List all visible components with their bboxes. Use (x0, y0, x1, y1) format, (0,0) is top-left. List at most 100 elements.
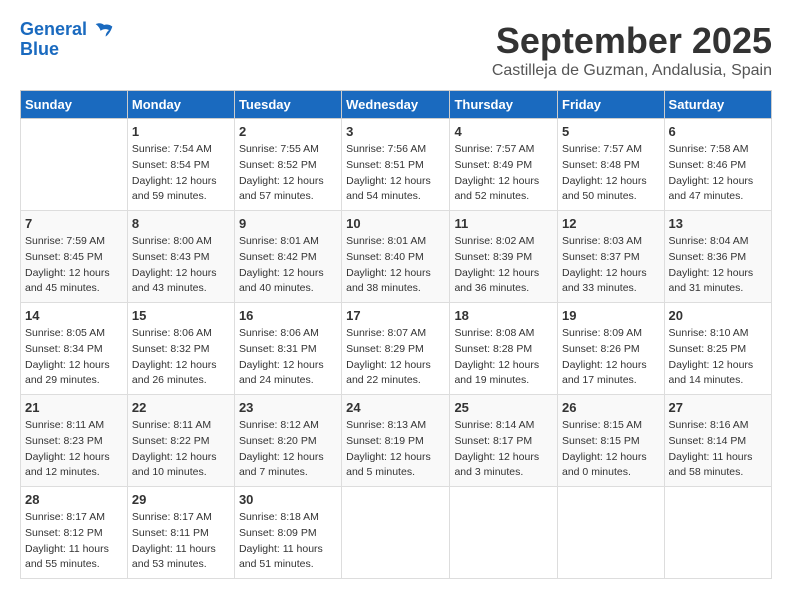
calendar-day-cell (450, 487, 558, 579)
calendar-day-cell: 16 Sunrise: 8:06 AM Sunset: 8:31 PM Dayli… (234, 303, 341, 395)
day-info: Sunrise: 8:17 AM Sunset: 8:12 PM Dayligh… (25, 510, 123, 573)
title-block: September 2025 Castilleja de Guzman, And… (492, 20, 772, 80)
page-header: General Blue September 2025 Castilleja d… (20, 20, 772, 80)
day-number: 22 (132, 400, 230, 415)
logo: General Blue (20, 20, 114, 60)
logo-line1: General (20, 19, 87, 39)
calendar-day-cell: 9 Sunrise: 8:01 AM Sunset: 8:42 PM Daylig… (234, 211, 341, 303)
day-info: Sunrise: 8:06 AM Sunset: 8:31 PM Dayligh… (239, 326, 337, 389)
calendar-day-cell: 12 Sunrise: 8:03 AM Sunset: 8:37 PM Dayli… (558, 211, 665, 303)
day-number: 6 (669, 124, 767, 139)
calendar-week-row: 14Sunrise: 8:05 AM Sunset: 8:34 PM Dayli… (21, 303, 772, 395)
weekday-header: Sunday (21, 91, 128, 119)
day-number: 1 (132, 124, 230, 139)
calendar-week-row: 28 Sunrise: 8:17 AM Sunset: 8:12 PM Dayli… (21, 487, 772, 579)
day-number: 16 (239, 308, 337, 323)
day-number: 28 (25, 492, 123, 507)
day-info: Sunrise: 8:01 AM Sunset: 8:40 PM Dayligh… (346, 234, 445, 297)
calendar-day-cell: 20 Sunrise: 8:10 AM Sunset: 8:25 PM Dayli… (664, 303, 771, 395)
day-info: Sunrise: 8:18 AM Sunset: 8:09 PM Dayligh… (239, 510, 337, 573)
day-info: Sunrise: 8:11 AM Sunset: 8:23 PM Dayligh… (25, 418, 123, 481)
calendar-day-cell: 7 Sunrise: 7:59 AM Sunset: 8:45 PM Daylig… (21, 211, 128, 303)
day-info: Sunrise: 7:54 AM Sunset: 8:54 PM Dayligh… (132, 142, 230, 205)
calendar-day-cell: 21 Sunrise: 8:11 AM Sunset: 8:23 PM Dayli… (21, 395, 128, 487)
calendar-day-cell: 18Sunrise: 8:08 AM Sunset: 8:28 PM Dayli… (450, 303, 558, 395)
day-number: 9 (239, 216, 337, 231)
day-number: 20 (669, 308, 767, 323)
day-info: Sunrise: 8:06 AM Sunset: 8:32 PM Dayligh… (132, 326, 230, 389)
day-number: 2 (239, 124, 337, 139)
weekday-header: Tuesday (234, 91, 341, 119)
day-number: 27 (669, 400, 767, 415)
location-title: Castilleja de Guzman, Andalusia, Spain (492, 62, 772, 80)
day-info: Sunrise: 7:57 AM Sunset: 8:48 PM Dayligh… (562, 142, 660, 205)
day-info: Sunrise: 7:56 AM Sunset: 8:51 PM Dayligh… (346, 142, 445, 205)
day-number: 8 (132, 216, 230, 231)
calendar-day-cell: 29Sunrise: 8:17 AM Sunset: 8:11 PM Dayli… (127, 487, 234, 579)
day-info: Sunrise: 8:10 AM Sunset: 8:25 PM Dayligh… (669, 326, 767, 389)
day-info: Sunrise: 8:05 AM Sunset: 8:34 PM Dayligh… (25, 326, 123, 389)
logo-text: General (20, 20, 114, 40)
day-info: Sunrise: 8:12 AM Sunset: 8:20 PM Dayligh… (239, 418, 337, 481)
calendar-day-cell (21, 119, 128, 211)
day-number: 23 (239, 400, 337, 415)
day-number: 21 (25, 400, 123, 415)
day-info: Sunrise: 8:03 AM Sunset: 8:37 PM Dayligh… (562, 234, 660, 297)
calendar-day-cell: 19Sunrise: 8:09 AM Sunset: 8:26 PM Dayli… (558, 303, 665, 395)
day-number: 5 (562, 124, 660, 139)
day-info: Sunrise: 8:04 AM Sunset: 8:36 PM Dayligh… (669, 234, 767, 297)
calendar-day-cell: 23 Sunrise: 8:12 AM Sunset: 8:20 PM Dayli… (234, 395, 341, 487)
calendar-day-cell: 2Sunrise: 7:55 AM Sunset: 8:52 PM Daylig… (234, 119, 341, 211)
calendar-week-row: 7 Sunrise: 7:59 AM Sunset: 8:45 PM Daylig… (21, 211, 772, 303)
month-title: September 2025 (492, 20, 772, 62)
day-info: Sunrise: 7:57 AM Sunset: 8:49 PM Dayligh… (454, 142, 553, 205)
calendar-day-cell: 26Sunrise: 8:15 AM Sunset: 8:15 PM Dayli… (558, 395, 665, 487)
logo-bird-icon (94, 20, 114, 40)
calendar-day-cell: 11Sunrise: 8:02 AM Sunset: 8:39 PM Dayli… (450, 211, 558, 303)
weekday-header: Thursday (450, 91, 558, 119)
day-info: Sunrise: 8:07 AM Sunset: 8:29 PM Dayligh… (346, 326, 445, 389)
calendar-day-cell (664, 487, 771, 579)
calendar-day-cell: 8 Sunrise: 8:00 AM Sunset: 8:43 PM Daylig… (127, 211, 234, 303)
day-number: 10 (346, 216, 445, 231)
day-number: 12 (562, 216, 660, 231)
day-number: 13 (669, 216, 767, 231)
day-info: Sunrise: 8:13 AM Sunset: 8:19 PM Dayligh… (346, 418, 445, 481)
calendar-day-cell: 4 Sunrise: 7:57 AM Sunset: 8:49 PM Daylig… (450, 119, 558, 211)
day-info: Sunrise: 8:08 AM Sunset: 8:28 PM Dayligh… (454, 326, 553, 389)
day-info: Sunrise: 7:58 AM Sunset: 8:46 PM Dayligh… (669, 142, 767, 205)
calendar-day-cell: 22 Sunrise: 8:11 AM Sunset: 8:22 PM Dayli… (127, 395, 234, 487)
day-info: Sunrise: 8:14 AM Sunset: 8:17 PM Dayligh… (454, 418, 553, 481)
calendar-day-cell (342, 487, 450, 579)
calendar-day-cell: 28 Sunrise: 8:17 AM Sunset: 8:12 PM Dayli… (21, 487, 128, 579)
day-number: 4 (454, 124, 553, 139)
day-info: Sunrise: 8:16 AM Sunset: 8:14 PM Dayligh… (669, 418, 767, 481)
day-info: Sunrise: 8:11 AM Sunset: 8:22 PM Dayligh… (132, 418, 230, 481)
calendar-day-cell: 15Sunrise: 8:06 AM Sunset: 8:32 PM Dayli… (127, 303, 234, 395)
day-number: 26 (562, 400, 660, 415)
calendar-day-cell: 13 Sunrise: 8:04 AM Sunset: 8:36 PM Dayli… (664, 211, 771, 303)
logo-line2-text: Blue (20, 40, 114, 60)
weekday-header: Saturday (664, 91, 771, 119)
calendar-day-cell: 1 Sunrise: 7:54 AM Sunset: 8:54 PM Daylig… (127, 119, 234, 211)
calendar-day-cell: 3Sunrise: 7:56 AM Sunset: 8:51 PM Daylig… (342, 119, 450, 211)
calendar-day-cell: 5 Sunrise: 7:57 AM Sunset: 8:48 PM Daylig… (558, 119, 665, 211)
day-number: 19 (562, 308, 660, 323)
weekday-header: Monday (127, 91, 234, 119)
calendar-day-cell: 17 Sunrise: 8:07 AM Sunset: 8:29 PM Dayli… (342, 303, 450, 395)
calendar-week-row: 21 Sunrise: 8:11 AM Sunset: 8:23 PM Dayli… (21, 395, 772, 487)
day-info: Sunrise: 7:59 AM Sunset: 8:45 PM Dayligh… (25, 234, 123, 297)
calendar-day-cell: 24 Sunrise: 8:13 AM Sunset: 8:19 PM Dayli… (342, 395, 450, 487)
weekday-header: Wednesday (342, 91, 450, 119)
day-info: Sunrise: 8:00 AM Sunset: 8:43 PM Dayligh… (132, 234, 230, 297)
day-number: 24 (346, 400, 445, 415)
day-number: 25 (454, 400, 553, 415)
calendar-table: SundayMondayTuesdayWednesdayThursdayFrid… (20, 90, 772, 579)
day-number: 7 (25, 216, 123, 231)
calendar-body: 1 Sunrise: 7:54 AM Sunset: 8:54 PM Daylig… (21, 119, 772, 579)
day-info: Sunrise: 8:01 AM Sunset: 8:42 PM Dayligh… (239, 234, 337, 297)
calendar-day-cell: 14Sunrise: 8:05 AM Sunset: 8:34 PM Dayli… (21, 303, 128, 395)
calendar-header: SundayMondayTuesdayWednesdayThursdayFrid… (21, 91, 772, 119)
calendar-day-cell: 10 Sunrise: 8:01 AM Sunset: 8:40 PM Dayli… (342, 211, 450, 303)
day-number: 17 (346, 308, 445, 323)
